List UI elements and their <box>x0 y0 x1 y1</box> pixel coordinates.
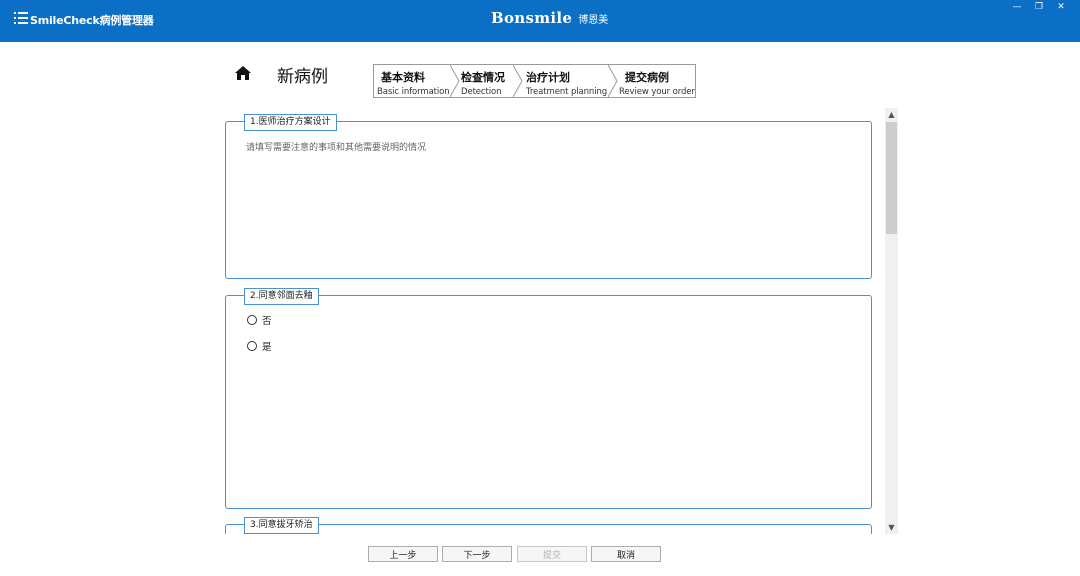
section-title: 1.医师治疗方案设计 <box>244 114 337 131</box>
step-label-en: Review your order <box>619 87 695 97</box>
radio-label: 否 <box>262 316 272 327</box>
section-title: 2.同意邻面去釉 <box>244 288 319 305</box>
close-icon[interactable]: ✕ <box>1050 0 1072 14</box>
step-progress: 基本资料 Basic information 检查情况 Detection 治疗… <box>373 64 696 98</box>
treatment-notes-input[interactable] <box>246 140 846 260</box>
scroll-up-icon[interactable]: ▲ <box>885 108 898 121</box>
radio-circle-icon[interactable] <box>247 315 257 325</box>
window-controls: — ❐ ✕ <box>1006 0 1072 14</box>
step-review-order[interactable]: 提交病例 Review your order <box>616 65 696 97</box>
section-title: 3.同意拔牙矫治 <box>244 517 319 534</box>
title-bar: SmileCheck病例管理器 Bonsmile 博恩美 — ❐ ✕ <box>0 0 1080 42</box>
brand-name-en: Bonsmile <box>491 9 573 27</box>
page-title: 新病例 <box>277 67 328 87</box>
step-label-cn: 提交病例 <box>625 71 669 84</box>
app-title: SmileCheck病例管理器 <box>30 14 154 27</box>
section-treatment-design: 1.医师治疗方案设计 <box>225 114 872 279</box>
radio-label: 是 <box>262 342 272 353</box>
step-label-en: Treatment planning <box>526 87 608 97</box>
step-treatment-planning[interactable]: 治疗计划 Treatment planning <box>523 65 615 97</box>
minimize-icon[interactable]: — <box>1006 0 1028 14</box>
vertical-scrollbar[interactable]: ▲ ▼ <box>885 108 898 534</box>
submit-button[interactable]: 提交 <box>517 546 587 562</box>
brand-name-cn: 博恩美 <box>578 14 609 26</box>
radio-option-no[interactable]: 否 <box>247 313 272 327</box>
next-button[interactable]: 下一步 <box>442 546 512 562</box>
menu-icon[interactable] <box>14 12 28 24</box>
step-label-cn: 治疗计划 <box>526 71 570 84</box>
radio-circle-icon[interactable] <box>247 341 257 351</box>
scrollbar-thumb[interactable] <box>886 122 897 234</box>
home-icon[interactable] <box>235 66 251 80</box>
step-label-en: Basic information <box>377 87 450 97</box>
section-extraction-consent: 3.同意拔牙矫治 <box>225 517 872 534</box>
scroll-down-icon[interactable]: ▼ <box>885 521 898 534</box>
section-ipr-consent: 2.同意邻面去釉 否 是 <box>225 288 872 509</box>
step-basic-information[interactable]: 基本资料 Basic information <box>374 65 454 97</box>
prev-button[interactable]: 上一步 <box>368 546 438 562</box>
step-separator-icon <box>513 65 523 97</box>
step-label-cn: 基本资料 <box>381 71 425 84</box>
brand-logo: Bonsmile 博恩美 <box>491 6 608 30</box>
form-scroll-area[interactable]: 1.医师治疗方案设计 2.同意邻面去釉 否 是 3.同意拔牙矫治 <box>225 108 873 534</box>
radio-option-yes[interactable]: 是 <box>247 339 272 353</box>
restore-icon[interactable]: ❐ <box>1028 0 1050 14</box>
cancel-button[interactable]: 取消 <box>591 546 661 562</box>
